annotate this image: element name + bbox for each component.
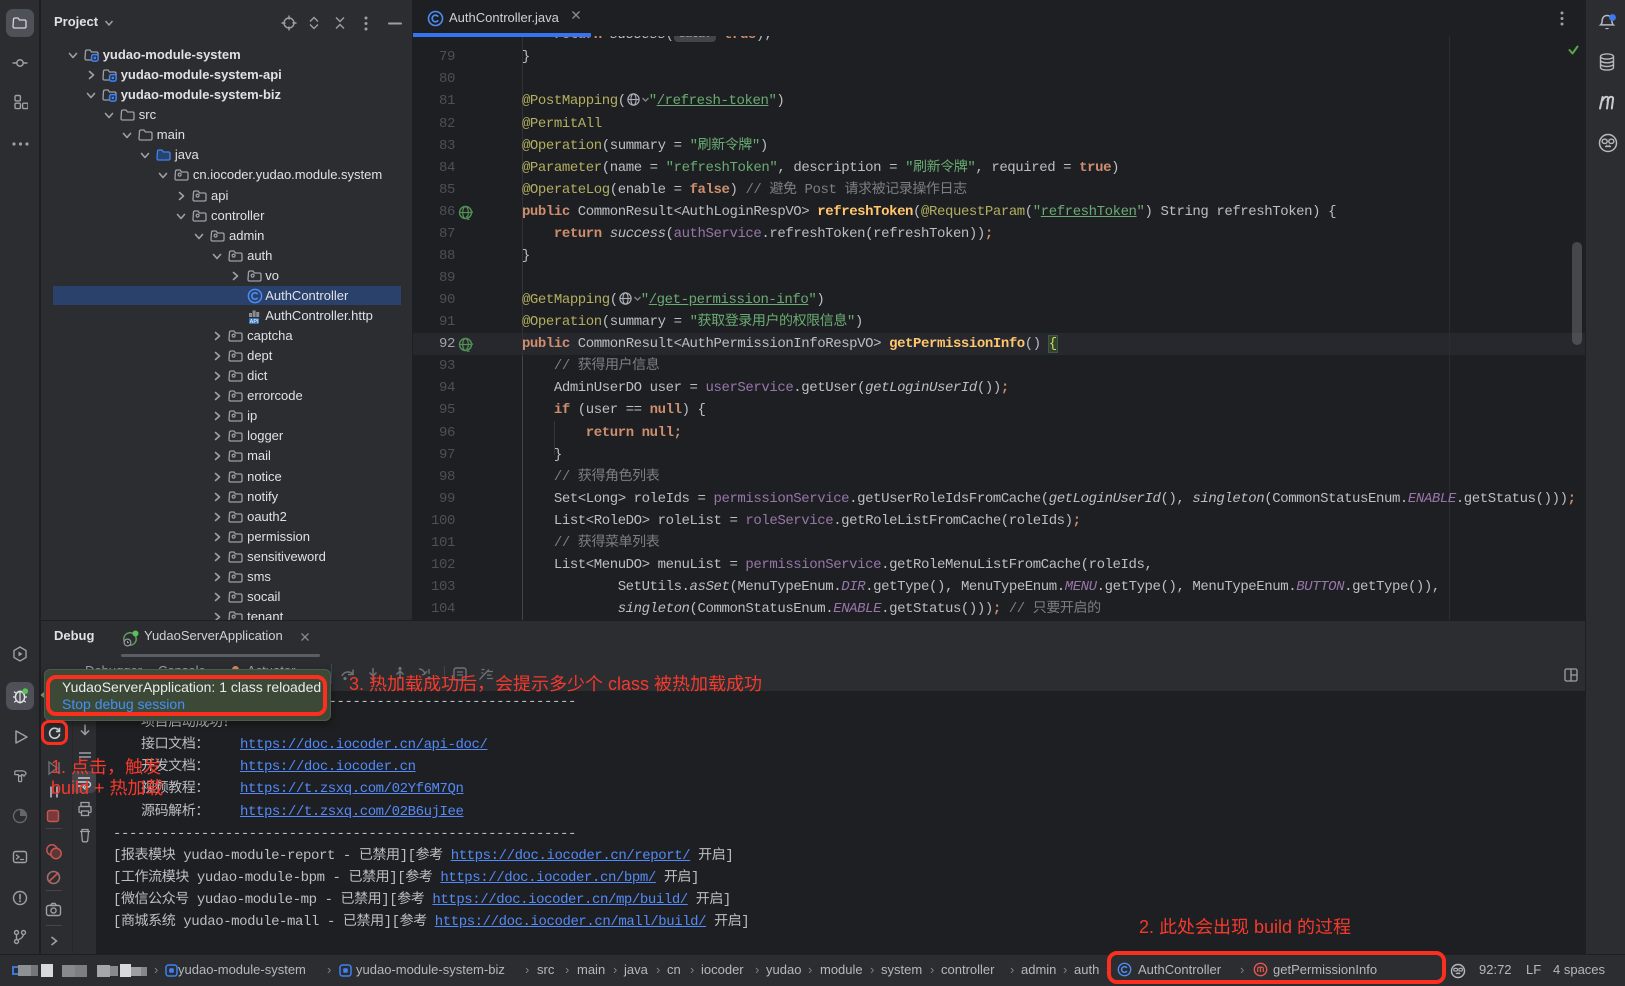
svg-text:API: API	[249, 319, 258, 324]
